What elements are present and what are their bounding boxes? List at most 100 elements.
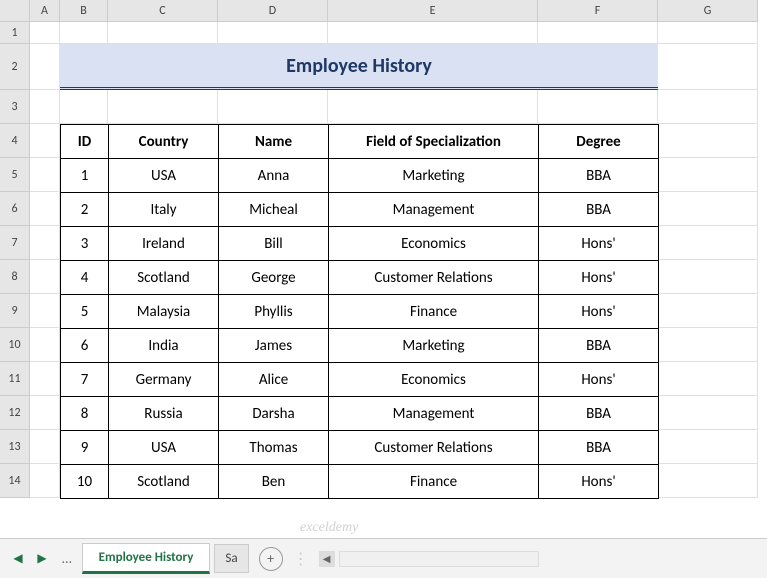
cell[interactable] [658, 158, 758, 192]
cell-degree[interactable]: Hons' [539, 227, 659, 261]
cell-field[interactable]: Management [329, 397, 539, 431]
cell-country[interactable]: USA [109, 431, 219, 465]
row-header[interactable]: 3 [0, 90, 30, 124]
cell-name[interactable]: Thomas [219, 431, 329, 465]
prev-sheet-icon[interactable]: ◀ [8, 549, 28, 569]
row-header[interactable]: 2 [0, 44, 30, 90]
header-field[interactable]: Field of Specialization [329, 125, 539, 159]
header-name[interactable]: Name [219, 125, 329, 159]
cell-name[interactable]: Micheal [219, 193, 329, 227]
cell[interactable] [30, 158, 60, 192]
horizontal-scrollbar[interactable] [339, 551, 539, 567]
cell[interactable] [30, 396, 60, 430]
col-header[interactable]: D [218, 0, 328, 22]
next-sheet-icon[interactable]: ▶ [32, 549, 52, 569]
add-sheet-button[interactable]: + [259, 547, 283, 571]
cell[interactable] [60, 22, 108, 44]
cell-field[interactable]: Economics [329, 227, 539, 261]
cell-degree[interactable]: Hons' [539, 363, 659, 397]
cell-name[interactable]: Ben [219, 465, 329, 499]
row-header[interactable]: 14 [0, 464, 30, 498]
cell[interactable] [108, 90, 218, 124]
cell-name[interactable]: Phyllis [219, 295, 329, 329]
cell-country[interactable]: Italy [109, 193, 219, 227]
row-header[interactable]: 10 [0, 328, 30, 362]
title-banner[interactable]: Employee History [60, 44, 658, 90]
cell-degree[interactable]: BBA [539, 431, 659, 465]
cell-field[interactable]: Customer Relations [329, 431, 539, 465]
scroll-left-icon[interactable]: ◀ [319, 551, 335, 567]
row-header[interactable]: 8 [0, 260, 30, 294]
cell-field[interactable]: Customer Relations [329, 261, 539, 295]
cell[interactable] [108, 22, 218, 44]
cell-country[interactable]: Scotland [109, 465, 219, 499]
more-sheets-icon[interactable]: … [56, 550, 78, 567]
cell[interactable] [658, 294, 758, 328]
cell[interactable] [30, 192, 60, 226]
cell[interactable] [658, 464, 758, 498]
sheet-tab[interactable]: Sa [214, 544, 248, 573]
cell[interactable] [328, 90, 538, 124]
cell-id[interactable]: 2 [61, 193, 109, 227]
row-header[interactable]: 4 [0, 124, 30, 158]
cell[interactable] [30, 328, 60, 362]
cell-id[interactable]: 7 [61, 363, 109, 397]
cell-id[interactable]: 9 [61, 431, 109, 465]
row-header[interactable]: 1 [0, 22, 30, 44]
cell-field[interactable]: Marketing [329, 329, 539, 363]
header-country[interactable]: Country [109, 125, 219, 159]
cell-degree[interactable]: BBA [539, 193, 659, 227]
cell[interactable] [658, 22, 758, 44]
cell-field[interactable]: Economics [329, 363, 539, 397]
cell-field[interactable]: Finance [329, 465, 539, 499]
cell-id[interactable]: 5 [61, 295, 109, 329]
cell-country[interactable]: Scotland [109, 261, 219, 295]
cell-country[interactable]: Malaysia [109, 295, 219, 329]
cell-id[interactable]: 6 [61, 329, 109, 363]
cell[interactable] [538, 22, 658, 44]
cell[interactable] [658, 396, 758, 430]
cell-name[interactable]: Bill [219, 227, 329, 261]
cell[interactable] [658, 226, 758, 260]
row-header[interactable]: 5 [0, 158, 30, 192]
select-all-corner[interactable] [0, 0, 30, 22]
cell-id[interactable]: 1 [61, 159, 109, 193]
cell[interactable] [30, 464, 60, 498]
row-header[interactable]: 13 [0, 430, 30, 464]
row-header[interactable]: 9 [0, 294, 30, 328]
header-degree[interactable]: Degree [539, 125, 659, 159]
cell-country[interactable]: India [109, 329, 219, 363]
cell[interactable] [30, 226, 60, 260]
cell[interactable] [658, 44, 758, 90]
cell-name[interactable]: Anna [219, 159, 329, 193]
cell-field[interactable]: Marketing [329, 159, 539, 193]
cell[interactable] [328, 22, 538, 44]
col-header[interactable]: F [538, 0, 658, 22]
cell-country[interactable]: USA [109, 159, 219, 193]
cell-degree[interactable]: Hons' [539, 295, 659, 329]
col-header[interactable]: C [108, 0, 218, 22]
cell[interactable] [658, 362, 758, 396]
row-header[interactable]: 6 [0, 192, 30, 226]
cell-name[interactable]: George [219, 261, 329, 295]
cell[interactable] [658, 124, 758, 158]
cell[interactable] [658, 90, 758, 124]
cell-id[interactable]: 3 [61, 227, 109, 261]
cell-name[interactable]: Darsha [219, 397, 329, 431]
cell-degree[interactable]: Hons' [539, 465, 659, 499]
row-header[interactable]: 7 [0, 226, 30, 260]
cell[interactable] [658, 260, 758, 294]
cell[interactable] [30, 260, 60, 294]
cell-name[interactable]: James [219, 329, 329, 363]
col-header[interactable]: B [60, 0, 108, 22]
cell-country[interactable]: Germany [109, 363, 219, 397]
cell[interactable] [658, 328, 758, 362]
cell-field[interactable]: Management [329, 193, 539, 227]
row-header[interactable]: 11 [0, 362, 30, 396]
cell[interactable] [30, 294, 60, 328]
cell-degree[interactable]: BBA [539, 329, 659, 363]
cell[interactable] [218, 22, 328, 44]
cell[interactable] [30, 124, 60, 158]
cell[interactable] [658, 430, 758, 464]
cell-id[interactable]: 8 [61, 397, 109, 431]
